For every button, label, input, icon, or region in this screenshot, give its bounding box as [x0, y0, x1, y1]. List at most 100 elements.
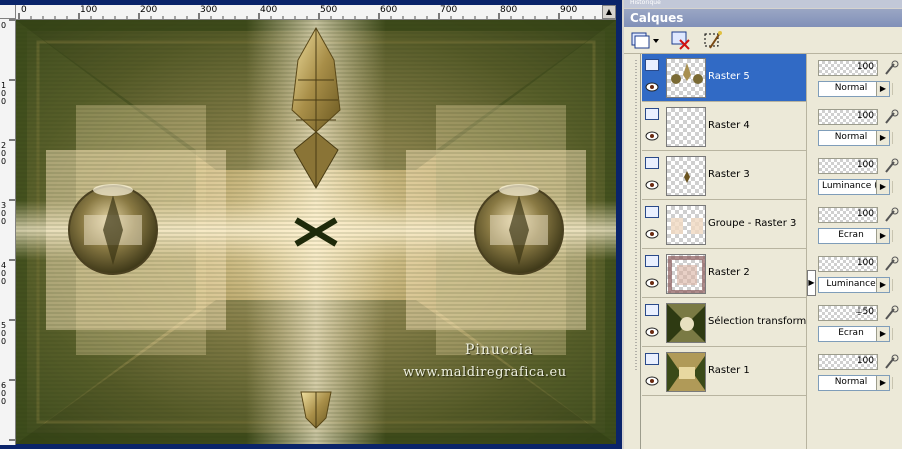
ruler-label: 400	[260, 5, 278, 15]
canvas-artwork[interactable]: Pinuccia www.maldiregrafica.eu	[16, 20, 616, 444]
chevron-right-icon: ▶	[876, 278, 889, 292]
layer-thumbnail	[666, 254, 706, 294]
lock-icon[interactable]	[882, 158, 900, 174]
lock-icon[interactable]	[882, 60, 900, 76]
blend-mode-select[interactable]: Normal ▶	[818, 375, 890, 391]
layer-row-raster-1[interactable]: Raster 1	[642, 348, 806, 396]
raster-layer-icon	[645, 353, 659, 365]
eye-icon[interactable]	[645, 82, 659, 92]
layer-props-groupe-raster-3: 100 Écran ▶	[816, 201, 902, 250]
ruler-label: 0	[21, 5, 27, 15]
layer-thumbnail	[666, 107, 706, 147]
blend-mode-select[interactable]: Écran ▶	[818, 326, 890, 342]
layer-row-raster-2[interactable]: Raster 2	[642, 250, 806, 298]
opacity-marker-icon: ⍊	[856, 305, 862, 316]
eye-icon[interactable]	[645, 376, 659, 386]
layer-thumbnail	[666, 58, 706, 98]
layer-thumbnail	[666, 205, 706, 245]
layer-row-groupe-raster-3[interactable]: Groupe - Raster 3	[642, 201, 806, 249]
opacity-slider[interactable]: 100	[818, 207, 878, 223]
layer-row-selection-transformee[interactable]: Sélection transformée	[642, 299, 819, 347]
lock-icon[interactable]	[882, 256, 900, 272]
layer-link-icon[interactable]	[892, 83, 902, 95]
splitter-grip-icon[interactable]: ▶	[807, 270, 816, 296]
layer-link-icon[interactable]	[892, 230, 902, 242]
blend-mode-select[interactable]: Écran ▶	[818, 228, 890, 244]
opacity-slider[interactable]: 100	[818, 354, 878, 370]
ruler-label: 500	[320, 5, 338, 15]
historique-panel-header[interactable]: Historique	[624, 0, 902, 8]
layer-link-icon[interactable]	[892, 377, 902, 389]
chevron-right-icon: ▶	[876, 376, 889, 390]
lock-icon[interactable]	[882, 305, 900, 321]
layer-name: Raster 2	[708, 267, 750, 278]
layer-link-icon[interactable]	[892, 181, 902, 193]
eye-icon[interactable]	[645, 180, 659, 190]
blend-mode-select[interactable]: Luminance (H)▶	[818, 179, 890, 195]
opacity-value: 100	[856, 160, 874, 170]
blend-mode-value: Écran	[838, 328, 864, 338]
ruler-label: 6 0 0	[1, 381, 7, 406]
delete-layer-button[interactable]	[670, 30, 692, 50]
blend-mode-select[interactable]: Luminance ▶	[818, 277, 890, 293]
eye-icon[interactable]	[645, 278, 659, 288]
layers-list: Raster 5 Raster 4 Raster 3 Groupe - Rast…	[640, 54, 819, 449]
selection-layer-button[interactable]	[702, 30, 724, 50]
layer-row-raster-3[interactable]: Raster 3	[642, 152, 806, 200]
chevron-right-icon: ▶	[876, 180, 889, 194]
lock-icon[interactable]	[882, 207, 900, 223]
opacity-slider[interactable]: 100	[818, 256, 878, 272]
blend-mode-value: Luminance	[826, 279, 876, 289]
scroll-up-button[interactable]: ▲	[602, 5, 616, 19]
blend-mode-value: Normal	[834, 377, 868, 387]
chevron-right-icon: ▶	[876, 327, 889, 341]
eye-icon[interactable]	[645, 229, 659, 239]
lock-icon[interactable]	[882, 109, 900, 125]
ruler-label: 700	[440, 5, 458, 15]
blend-mode-value: Normal	[834, 83, 868, 93]
image-window: 0 100 200 300 400 500 600 700 800 900 ▲ …	[0, 0, 622, 449]
chevron-right-icon: ▶	[876, 131, 889, 145]
layer-link-icon[interactable]	[892, 132, 902, 144]
ruler-label: 0	[1, 21, 7, 30]
layer-row-raster-4[interactable]: Raster 4	[642, 103, 806, 151]
tree-lines	[635, 60, 637, 372]
layer-props-raster-5: 100 Normal ▶	[816, 54, 902, 103]
opacity-slider[interactable]: ⍊ 50	[818, 305, 878, 321]
horizontal-ruler: 0 100 200 300 400 500 600 700 800 900	[16, 5, 616, 20]
raster-layer-icon	[645, 304, 659, 316]
blend-mode-select[interactable]: Normal ▶	[818, 130, 890, 146]
ruler-label: 100	[80, 5, 98, 15]
blend-mode-select[interactable]: Normal ▶	[818, 81, 890, 97]
new-layer-button[interactable]	[630, 30, 660, 50]
layer-name: Raster 3	[708, 169, 750, 180]
lock-icon[interactable]	[882, 354, 900, 370]
blend-mode-value: Normal	[834, 132, 868, 142]
ruler-corner	[0, 5, 16, 19]
opacity-value: 100	[856, 258, 874, 268]
layer-row-raster-5[interactable]: Raster 5	[642, 54, 806, 102]
opacity-value: 50	[862, 307, 874, 317]
opacity-slider[interactable]: 100	[818, 109, 878, 125]
eye-icon[interactable]	[645, 131, 659, 141]
new-layer-icon	[631, 32, 659, 49]
blend-mode-value: Écran	[838, 230, 864, 240]
raster-layer-icon	[645, 255, 659, 267]
layer-props-raster-1: 100 Normal ▶	[816, 348, 902, 397]
layer-name: Sélection transformée	[708, 316, 819, 327]
opacity-slider[interactable]: 100	[818, 158, 878, 174]
selection-tool-icon	[704, 31, 722, 49]
vertical-ruler: 0 1 0 0 2 0 0 3 0 0 4 0 0 5 0 0 6 0 0	[0, 19, 16, 445]
layer-link-icon[interactable]	[892, 279, 902, 291]
layer-props-selection-transformee: ⍊ 50 Écran ▶	[816, 299, 902, 348]
opacity-value: 100	[856, 111, 874, 121]
layer-props-raster-2: 100 Luminance ▶	[816, 250, 902, 299]
layer-props-raster-3: 100 Luminance (H)▶	[816, 152, 902, 201]
opacity-slider[interactable]: 100	[818, 60, 878, 76]
raster-layer-icon	[645, 108, 659, 120]
layer-props-raster-4: 100 Normal ▶	[816, 103, 902, 152]
layer-thumbnail	[666, 352, 706, 392]
eye-icon[interactable]	[645, 327, 659, 337]
layer-name: Raster 1	[708, 365, 750, 376]
layer-link-icon[interactable]	[892, 328, 902, 340]
